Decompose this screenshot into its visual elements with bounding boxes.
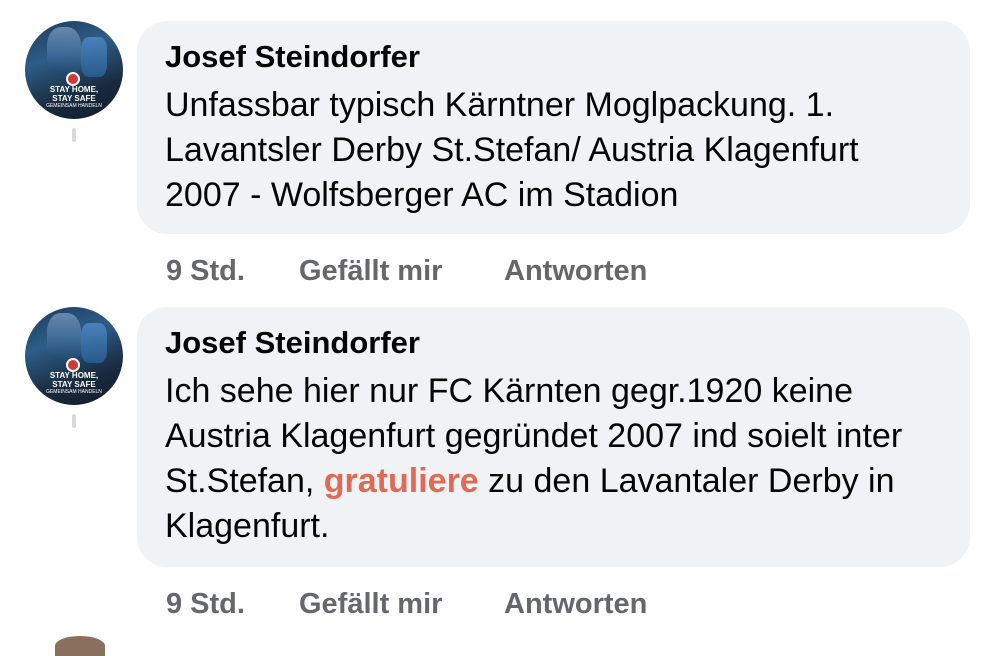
avatar-banner: STAY HOME, STAY SAFE GEMEINSAM HANDELN [25,85,123,110]
avatar-figure [47,313,81,359]
comment-text: Unfassbar typisch Kärntner Moglpackung. … [165,86,859,214]
thread-line [72,414,76,428]
comment-bubble[interactable]: Josef Steindorfer Unfassbar typisch Kärn… [137,21,970,234]
highlighted-keyword[interactable]: gratuliere [324,462,479,500]
like-button[interactable]: Gefällt mir [299,587,442,621]
avatar[interactable]: STAY HOME, STAY SAFE GEMEINSAM HANDELN [25,307,123,405]
avatar-banner-line1: STAY HOME, [49,85,99,94]
avatar-banner-line2: STAY SAFE [52,94,96,103]
heart-icon [66,72,80,86]
avatar-banner-line3: GEMEINSAM HANDELN [46,103,102,109]
comment-timestamp[interactable]: 9 Std. [166,254,245,288]
thread-line [72,128,76,142]
like-button[interactable]: Gefällt mir [299,254,442,288]
avatar-banner-line1: STAY HOME, [49,371,99,380]
avatar[interactable]: STAY HOME, STAY SAFE GEMEINSAM HANDELN [25,21,123,119]
avatar-banner-line3: GEMEINSAM HANDELN [46,389,102,395]
avatar-banner: STAY HOME, STAY SAFE GEMEINSAM HANDELN [25,371,123,396]
avatar-banner-line2: STAY SAFE [52,380,96,389]
comment-author[interactable]: Josef Steindorfer [165,325,942,361]
reply-button[interactable]: Antworten [504,254,647,288]
comment-author[interactable]: Josef Steindorfer [165,39,942,75]
comment-bubble[interactable]: Josef Steindorfer Ich sehe hier nur FC K… [137,307,970,567]
heart-icon [66,358,80,372]
comment-text: Ich sehe hier nur FC Kärnten gegr.1920 k… [165,369,942,549]
comment-timestamp[interactable]: 9 Std. [166,587,245,621]
reply-button[interactable]: Antworten [504,587,647,621]
avatar-figure [47,27,81,73]
avatar-figure-secondary [81,323,107,363]
avatar-figure-secondary [81,37,107,77]
next-comment-avatar[interactable] [55,636,105,656]
